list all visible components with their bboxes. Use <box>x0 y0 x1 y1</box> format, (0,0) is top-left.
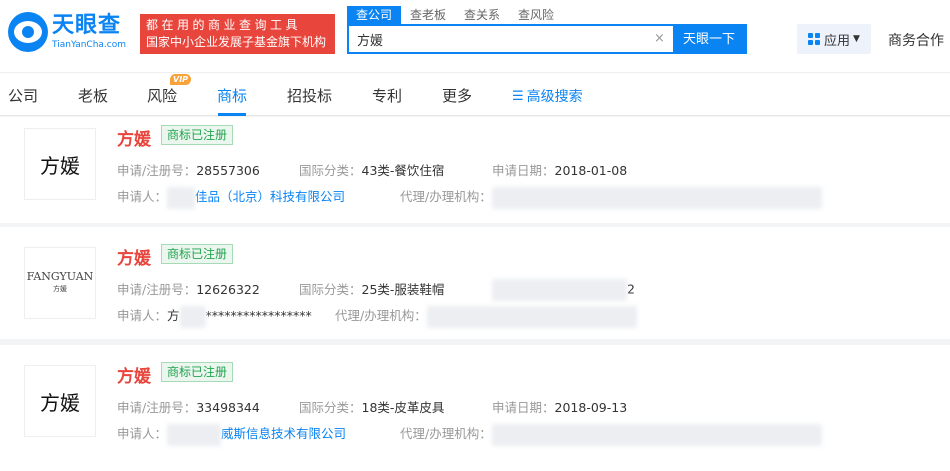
trademark-name[interactable]: 方媛 <box>117 125 151 150</box>
redacted-area <box>167 186 196 209</box>
category-nav: 公司 老板 风险 VIP 商标 招投标 专利 更多 ☰ 高级搜索 <box>0 72 950 116</box>
brand-domain: TianYanCha.com <box>52 40 127 50</box>
search-box: × 天眼一下 <box>347 24 747 54</box>
apply-date-value: 2018-01-08 <box>554 163 628 178</box>
applicant-field: 申请人： 威斯信息技术有限公司 <box>117 423 346 446</box>
redacted-area <box>491 186 822 209</box>
caret-down-icon: ▼ <box>853 34 860 44</box>
nav-trademark[interactable]: 商标 <box>217 85 247 106</box>
trademark-image-text: 方媛 <box>40 153 80 178</box>
applicant-link[interactable]: 威斯信息技术有限公司 <box>221 426 346 441</box>
redacted-area <box>179 305 206 328</box>
agency-field: 代理/办理机构： <box>335 305 637 328</box>
redacted-area <box>426 305 637 328</box>
intl-class-value: 18类-皮革皮具 <box>361 400 445 415</box>
search-tab-company[interactable]: 查公司 <box>347 6 402 24</box>
business-cooperation-link[interactable]: 商务合作 <box>888 30 944 50</box>
slogan-line-2: 国家中小企业发展子基金旗下机构 <box>146 35 327 49</box>
search-tab-relation[interactable]: 查关系 <box>455 6 509 24</box>
redacted-area <box>492 279 627 301</box>
apps-grid-icon <box>808 33 821 45</box>
trademark-name[interactable]: 方媛 <box>117 244 151 269</box>
vip-badge: VIP <box>170 74 192 85</box>
advanced-search-label: 高级搜索 <box>526 89 583 105</box>
trademark-image[interactable]: FANGYUAN 方媛 <box>24 247 96 319</box>
agency-field: 代理/办理机构： <box>400 186 822 209</box>
apply-date-value: 2018-09-13 <box>554 400 628 415</box>
nav-boss[interactable]: 老板 <box>78 85 108 106</box>
header: 天眼查 TianYanCha.com 都在用的商业查询工具 国家中小企业发展子基… <box>0 0 950 72</box>
apply-date-field: 2 <box>492 279 635 301</box>
clear-icon[interactable]: × <box>654 31 665 46</box>
nav-more[interactable]: 更多 <box>442 85 472 106</box>
reg-no-field: 申请/注册号：12626322 <box>117 282 260 297</box>
nav-company[interactable]: 公司 <box>8 85 38 106</box>
active-tab-underline <box>218 113 246 116</box>
applicant-field: 申请人： 佳品（北京）科技有限公司 <box>117 186 345 209</box>
trademark-image-text: FANGYUAN <box>26 270 94 283</box>
slogan-line-1: 都在用的商业查询工具 <box>146 18 302 32</box>
search-input[interactable] <box>349 26 669 52</box>
search-button[interactable]: 天眼一下 <box>673 26 745 52</box>
advanced-search-link[interactable]: ☰ 高级搜索 <box>512 86 583 106</box>
trademark-image-text: 方媛 <box>40 390 80 415</box>
status-badge: 商标已注册 <box>161 244 234 264</box>
intl-class-value: 25类-服装鞋帽 <box>361 282 445 297</box>
intl-class-field: 国际分类：43类-餐饮住宿 <box>299 163 445 178</box>
reg-no-value: 12626322 <box>196 282 260 297</box>
intl-class-field: 国际分类：25类-服装鞋帽 <box>299 282 445 297</box>
nav-bidding[interactable]: 招投标 <box>287 85 332 106</box>
tianyancha-logo[interactable]: 天眼查 TianYanCha.com <box>8 12 126 52</box>
apply-date-field: 申请日期：2018-01-08 <box>492 163 628 178</box>
status-badge: 商标已注册 <box>161 362 234 382</box>
reg-no-value: 33498344 <box>196 400 260 415</box>
trademark-card: FANGYUAN 方媛 方媛 商标已注册 申请/注册号：12626322 国际分… <box>0 227 950 339</box>
status-badge: 商标已注册 <box>161 125 234 145</box>
trademark-name[interactable]: 方媛 <box>117 362 151 387</box>
apply-date-partial: 2 <box>627 281 635 297</box>
trademark-card: 方媛 方媛 商标已注册 申请/注册号：28557306 国际分类：43类-餐饮住… <box>0 117 950 223</box>
apply-date-field: 申请日期：2018-09-13 <box>492 400 628 415</box>
eye-logo-icon <box>8 12 48 52</box>
redacted-area <box>167 423 222 446</box>
nav-risk[interactable]: 风险 <box>147 85 177 106</box>
trademark-image[interactable]: 方媛 <box>24 365 96 437</box>
apps-label: 应用 <box>824 33 851 49</box>
trademark-image[interactable]: 方媛 <box>24 128 96 200</box>
reg-no-field: 申请/注册号：33498344 <box>117 400 260 415</box>
reg-no-field: 申请/注册号：28557306 <box>117 163 260 178</box>
applicant-field: 申请人：方 ***************** <box>117 305 312 328</box>
slogan-banner: 都在用的商业查询工具 国家中小企业发展子基金旗下机构 <box>140 14 335 54</box>
brand-name: 天眼查 <box>52 13 122 38</box>
agency-field: 代理/办理机构： <box>400 423 822 446</box>
redacted-area <box>491 423 822 446</box>
reg-no-value: 28557306 <box>196 163 260 178</box>
trademark-image-subtext: 方媛 <box>52 285 67 293</box>
trademark-card: 方媛 方媛 商标已注册 申请/注册号：33498344 国际分类：18类-皮革皮… <box>0 345 950 471</box>
apps-dropdown[interactable]: 应用 ▼ <box>797 24 871 54</box>
intl-class-value: 43类-餐饮住宿 <box>361 163 445 178</box>
search-tab-boss[interactable]: 查老板 <box>401 6 455 24</box>
search-type-tabs: 查公司 查老板 查关系 查风险 <box>347 6 563 24</box>
applicant-masked: ***************** <box>205 308 312 323</box>
intl-class-field: 国际分类：18类-皮革皮具 <box>299 400 445 415</box>
nav-patent[interactable]: 专利 <box>372 85 402 106</box>
search-tab-risk[interactable]: 查风险 <box>509 6 563 24</box>
applicant-prefix: 方 <box>167 308 180 323</box>
filter-search-icon: ☰ <box>512 88 524 104</box>
applicant-link[interactable]: 佳品（北京）科技有限公司 <box>195 189 345 204</box>
